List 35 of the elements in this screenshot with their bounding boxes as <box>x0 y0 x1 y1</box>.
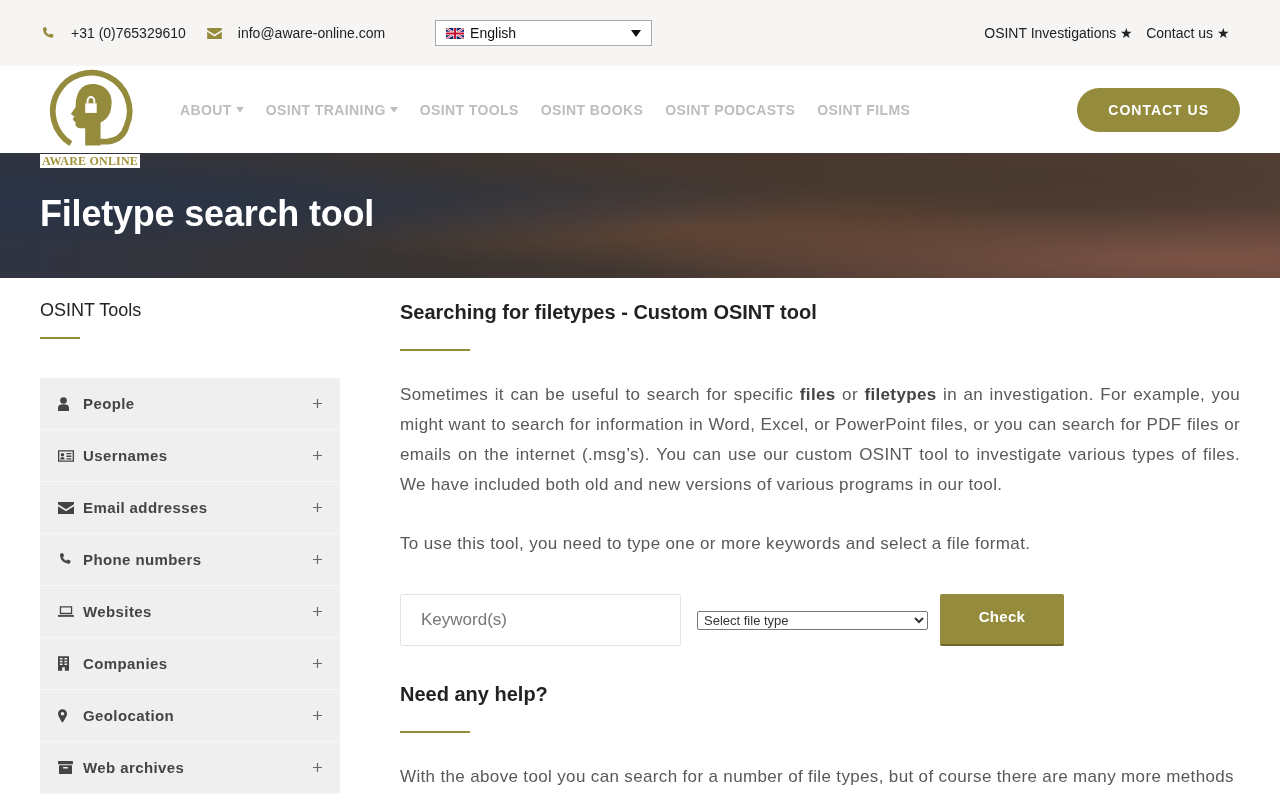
sidebar-item[interactable]: Companies <box>40 638 340 690</box>
page-title: Filetype search tool <box>40 192 375 235</box>
logo-text: AWARE ONLINE <box>40 154 140 168</box>
building-icon <box>58 656 69 671</box>
sidebar-item[interactable]: People <box>40 378 340 430</box>
phone-icon <box>58 553 71 566</box>
help-paragraph: With the above tool you can search for a number of file types, but of course there are many more methods <box>400 766 1235 788</box>
person-icon <box>58 396 69 411</box>
sidebar-item[interactable]: Phone numbers <box>40 534 340 586</box>
caret-icon <box>631 29 642 37</box>
phone-number: +31 (0)765329610 <box>71 25 186 41</box>
sidebar-item[interactable]: Geolocation <box>40 690 340 742</box>
sidebar-item[interactable]: Usernames <box>40 430 340 482</box>
phone-icon <box>41 26 54 40</box>
email-link[interactable]: info@aware-online.com <box>237 25 386 41</box>
top-link[interactable]: Contact us ★ <box>1146 25 1230 41</box>
sidebar-item[interactable]: Email addresses <box>40 482 340 534</box>
laptop-icon <box>58 606 74 617</box>
map-pin-icon <box>58 708 67 723</box>
sidebar-title: OSINT Tools <box>40 299 143 322</box>
uk-flag-icon <box>446 27 465 39</box>
envelope-icon <box>58 501 74 514</box>
sidebar-item[interactable]: Websites <box>40 586 340 638</box>
section-heading: Need any help? <box>400 682 549 707</box>
id-card-icon <box>58 449 74 462</box>
intro-paragraph: Sometimes it can be useful to search for specific files or filetypes in an investigation. For example, you might want to search for information in Word, Excel, or PowerPoint files, or you can search for PDF files or emails on the internet (.msg’s). You can use our custom OSINT tool to investigate various types of files. We have included both old and new versions of various programs in our tool. <box>400 384 1240 496</box>
section-heading: Searching for filetypes - Custom OSINT tool <box>400 300 818 325</box>
filetype-select[interactable]: Select file type <box>697 610 928 630</box>
instruction-paragraph: To use this tool, you need to type one or more keywords and select a file format. <box>400 533 1032 555</box>
keyword-input[interactable]: Keyword(s) <box>400 594 681 646</box>
language-select[interactable]: English <box>435 20 653 46</box>
mail-icon <box>206 27 222 39</box>
archive-box-icon <box>58 761 73 774</box>
sidebar-item[interactable]: Web archives <box>40 742 340 794</box>
top-link[interactable]: OSINT Investigations ★ <box>984 25 1134 41</box>
